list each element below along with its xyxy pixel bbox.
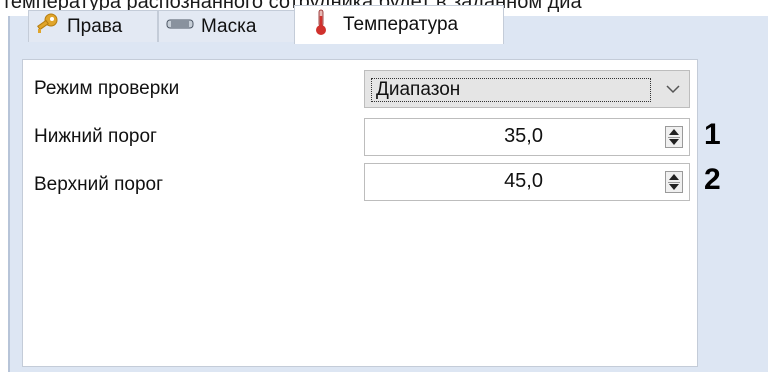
upper-threshold-spinner[interactable]	[665, 171, 683, 193]
tab-rights-label: Права	[67, 15, 123, 37]
tab-mask[interactable]: Маска	[158, 10, 295, 42]
spin-up-icon[interactable]	[669, 129, 679, 135]
lower-threshold-input[interactable]: 35,0	[364, 118, 690, 156]
mode-select-value: Диапазон	[371, 78, 651, 102]
key-icon	[35, 12, 61, 42]
chevron-down-icon[interactable]	[665, 81, 681, 97]
upper-threshold-input[interactable]: 45,0	[364, 163, 690, 201]
tab-temperature[interactable]: Температура	[294, 5, 504, 44]
tab-rights[interactable]: Права	[28, 10, 158, 42]
lower-threshold-label: Нижний порог	[34, 126, 157, 147]
mask-icon	[165, 15, 195, 39]
mode-select[interactable]: Диапазон	[364, 70, 690, 108]
tab-temperature-label: Температура	[343, 14, 459, 35]
tab-mask-label: Маска	[201, 15, 257, 37]
thermometer-icon	[315, 8, 327, 42]
left-edge	[8, 16, 10, 372]
mode-label: Режим проверки	[34, 78, 180, 99]
callout-marker-1: 1	[704, 118, 721, 151]
spin-down-icon[interactable]	[669, 139, 679, 145]
lower-threshold-value: 35,0	[504, 125, 543, 147]
spinner-divider	[668, 137, 680, 138]
callout-marker-2: 2	[704, 163, 721, 196]
spin-down-icon[interactable]	[669, 184, 679, 190]
spin-up-icon[interactable]	[669, 174, 679, 180]
upper-threshold-label: Верхний порог	[34, 174, 164, 195]
lower-threshold-spinner[interactable]	[665, 126, 683, 148]
upper-threshold-value: 45,0	[504, 170, 543, 192]
spinner-divider	[668, 182, 680, 183]
